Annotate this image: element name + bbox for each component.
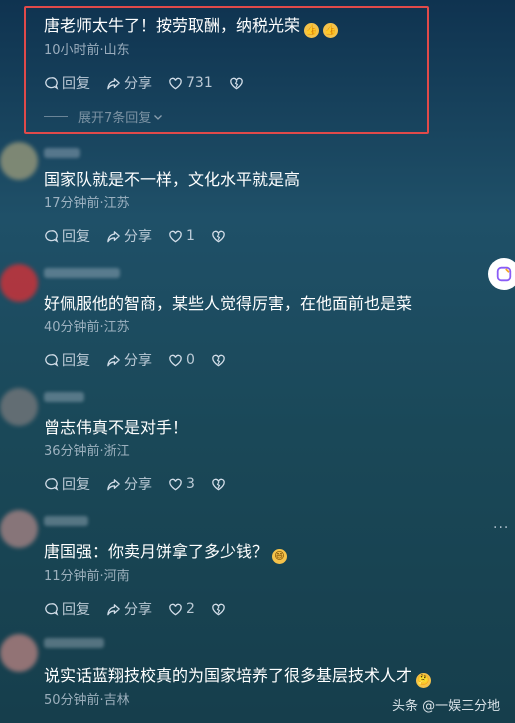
- comment-text: 曾志伟真不是对手！: [44, 418, 189, 437]
- comment-bubble-icon: [45, 353, 59, 367]
- username-blurred: [44, 392, 84, 402]
- share-arrow-icon: [107, 230, 120, 242]
- username-blurred: [44, 516, 88, 526]
- like-button[interactable]: 1: [168, 228, 195, 244]
- comment-bubble-icon: [45, 602, 59, 616]
- grinning-face-icon: 😄: [272, 549, 288, 564]
- floating-edit-button[interactable]: [488, 258, 515, 290]
- heart-icon: [169, 230, 182, 242]
- avatar[interactable]: [0, 634, 38, 672]
- comment-bubble-icon: [45, 477, 59, 491]
- heart-icon: [169, 478, 182, 490]
- avatar[interactable]: [0, 510, 38, 548]
- comment-meta: 50分钟前·吉林: [44, 693, 130, 708]
- edit-icon: [496, 266, 512, 282]
- comment-text: 好佩服他的智商，某些人觉得厉害，在他面前也是菜: [44, 294, 413, 313]
- comment-meta: 11分钟前·河南: [44, 569, 130, 584]
- share-button[interactable]: 分享: [106, 599, 152, 619]
- dislike-button[interactable]: [211, 477, 229, 492]
- more-options-button[interactable]: ···: [493, 520, 509, 536]
- comment-meta: 17分钟前·江苏: [44, 196, 130, 211]
- dislike-button[interactable]: [211, 229, 229, 244]
- reply-button[interactable]: 回复: [44, 474, 90, 494]
- dislike-button[interactable]: [211, 602, 229, 617]
- like-button[interactable]: 3: [168, 476, 195, 492]
- reply-button[interactable]: 回复: [44, 599, 90, 619]
- reply-button[interactable]: 回复: [44, 350, 90, 370]
- comment-text: 国家队就是不一样，文化水平就是高: [44, 170, 301, 189]
- avatar[interactable]: [0, 264, 38, 302]
- comment-actions: 回复 分享 3: [44, 475, 245, 493]
- comment-meta: 36分钟前·浙江: [44, 444, 130, 459]
- avatar[interactable]: [0, 142, 38, 180]
- username-blurred: [44, 148, 80, 158]
- watermark: 头条 @一娱三分地: [392, 699, 501, 714]
- broken-heart-icon: [212, 603, 225, 615]
- avatar[interactable]: [0, 388, 38, 426]
- comment-actions: 回复 分享 1: [44, 227, 245, 245]
- share-arrow-icon: [107, 478, 120, 490]
- like-button[interactable]: 0: [168, 352, 195, 368]
- comment-bubble-icon: [45, 229, 59, 243]
- highlight-frame: [24, 6, 429, 134]
- username-blurred: [44, 268, 120, 278]
- share-arrow-icon: [107, 354, 120, 366]
- share-button[interactable]: 分享: [106, 226, 152, 246]
- comment-actions: 回复 分享 0: [44, 351, 245, 369]
- heart-icon: [169, 354, 182, 366]
- share-button[interactable]: 分享: [106, 474, 152, 494]
- broken-heart-icon: [212, 354, 225, 366]
- like-button[interactable]: 2: [168, 601, 195, 617]
- username-blurred: [44, 638, 104, 648]
- comment-text: 唐国强：你卖月饼拿了多少钱？ 😄: [44, 542, 288, 564]
- broken-heart-icon: [212, 478, 225, 490]
- share-button[interactable]: 分享: [106, 350, 152, 370]
- share-arrow-icon: [107, 603, 120, 615]
- thinking-face-icon: 🤔: [416, 673, 432, 688]
- heart-icon: [169, 603, 182, 615]
- reply-button[interactable]: 回复: [44, 226, 90, 246]
- broken-heart-icon: [212, 230, 225, 242]
- comment-actions: 回复 分享 2: [44, 600, 245, 618]
- dislike-button[interactable]: [211, 353, 229, 368]
- comment-meta: 40分钟前·江苏: [44, 320, 130, 335]
- comment-text: 说实话蓝翔技校真的为国家培养了很多基层技术人才 🤔: [44, 666, 432, 688]
